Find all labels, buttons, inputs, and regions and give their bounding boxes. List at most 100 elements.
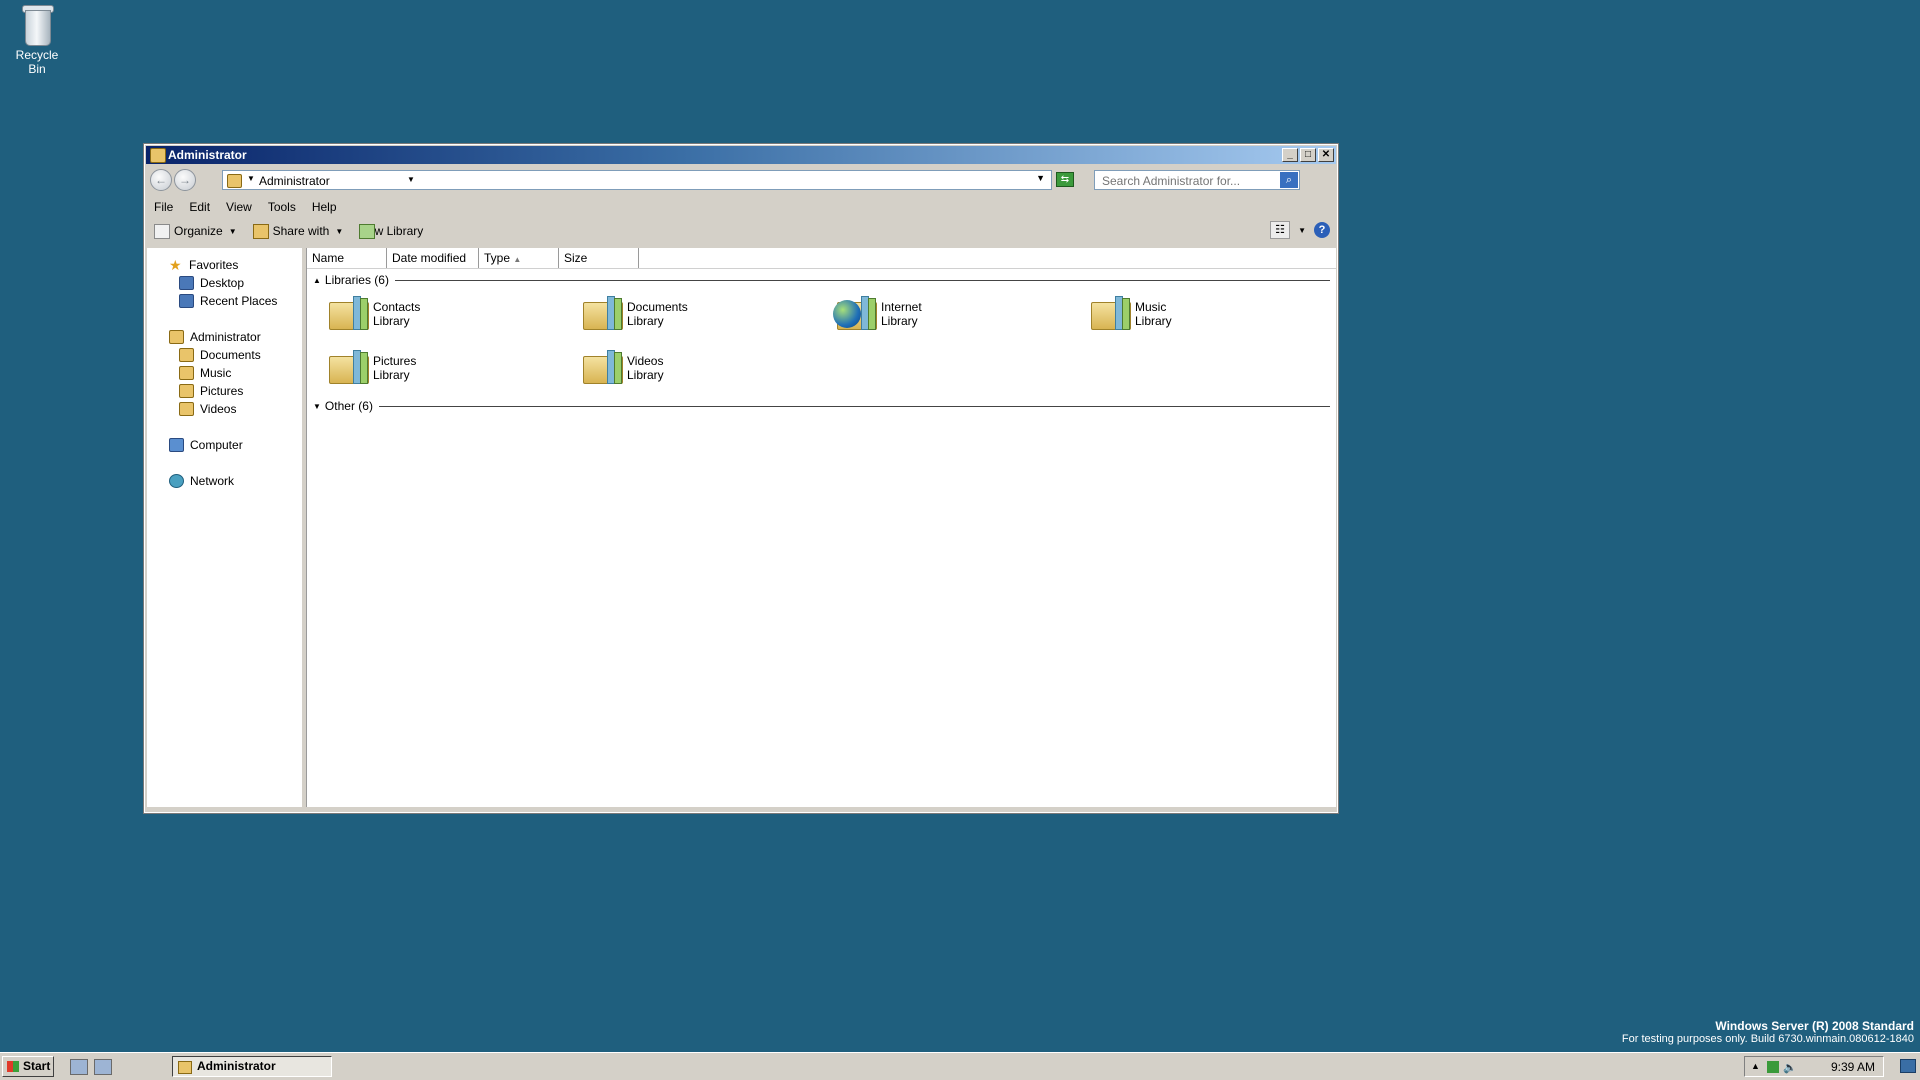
group-divider bbox=[378, 405, 1330, 407]
network-status-icon[interactable] bbox=[1767, 1061, 1779, 1073]
taskbar: Start Administrator ▲ 🔈 9:39 AM bbox=[0, 1052, 1920, 1080]
forward-button[interactable]: → bbox=[174, 169, 196, 191]
volume-icon[interactable]: 🔈 bbox=[1783, 1061, 1797, 1074]
nav-label: Music bbox=[200, 366, 232, 380]
desktop-icon bbox=[179, 276, 194, 290]
nav-label: Computer bbox=[190, 438, 243, 452]
library-item[interactable]: Music Library bbox=[1087, 292, 1172, 330]
share-with-label: Share with bbox=[272, 224, 330, 238]
nav-recent-places[interactable]: Recent Places bbox=[179, 294, 277, 308]
column-type-label: Type bbox=[484, 251, 511, 265]
search-icon[interactable]: ⌕ bbox=[1280, 172, 1298, 188]
library-item[interactable]: Pictures Library bbox=[325, 346, 416, 384]
column-name[interactable]: Name bbox=[307, 248, 387, 268]
library-name: Documents bbox=[627, 300, 688, 314]
nav-computer[interactable]: Computer bbox=[169, 438, 243, 452]
library-type: Library bbox=[373, 314, 410, 328]
watermark-build: For testing purposes only. Build 6730.wi… bbox=[1621, 1033, 1914, 1045]
folder-icon bbox=[227, 174, 242, 188]
group-header-other[interactable]: ▼ Other (6) bbox=[313, 399, 1330, 413]
library-item[interactable]: Documents Library bbox=[579, 292, 688, 330]
nav-administrator[interactable]: Administrator bbox=[169, 330, 261, 344]
group-divider bbox=[394, 279, 1330, 281]
server-manager-icon[interactable] bbox=[70, 1059, 88, 1075]
chevron-down-icon: ▼ bbox=[335, 226, 344, 236]
star-icon: ★ bbox=[169, 257, 182, 273]
chevron-down-icon[interactable]: ▼ bbox=[407, 175, 415, 184]
internet-library-icon bbox=[833, 292, 877, 330]
menu-bar: File Edit View Tools Help bbox=[146, 198, 1336, 216]
menu-tools[interactable]: Tools bbox=[260, 198, 304, 216]
videos-library-icon bbox=[579, 346, 623, 384]
organize-button[interactable]: Organize ▼ bbox=[146, 220, 245, 242]
search-input[interactable] bbox=[1100, 172, 1282, 190]
menu-help[interactable]: Help bbox=[304, 198, 345, 216]
address-text: Administrator bbox=[259, 174, 330, 188]
clock[interactable]: 9:39 AM bbox=[1831, 1060, 1875, 1074]
library-name: Internet bbox=[881, 300, 922, 314]
library-item[interactable]: Contacts Library bbox=[325, 292, 420, 330]
column-size[interactable]: Size bbox=[559, 248, 639, 268]
navigation-pane: ★ Favorites Desktop Recent Places Admini… bbox=[147, 248, 306, 807]
library-name: Contacts bbox=[373, 300, 421, 314]
task-label: Administrator bbox=[197, 1059, 276, 1073]
nav-label: Administrator bbox=[190, 330, 261, 344]
desktop-toggle-icon[interactable] bbox=[1900, 1059, 1916, 1073]
help-icon[interactable]: ? bbox=[1314, 222, 1330, 238]
library-type: Library bbox=[627, 314, 664, 328]
menu-edit[interactable]: Edit bbox=[181, 198, 218, 216]
menu-view[interactable]: View bbox=[218, 198, 260, 216]
address-dropdown-icon[interactable]: ▼ bbox=[1036, 173, 1045, 183]
taskbar-button-administrator[interactable]: Administrator bbox=[172, 1056, 332, 1077]
refresh-button[interactable]: ⇆ bbox=[1056, 172, 1074, 187]
recycle-bin-label: Recycle Bin bbox=[15, 48, 59, 76]
nav-label: Videos bbox=[200, 402, 237, 416]
maximize-button[interactable]: □ bbox=[1300, 148, 1316, 162]
start-button[interactable]: Start bbox=[2, 1056, 54, 1077]
show-desktop-icon[interactable] bbox=[94, 1059, 112, 1075]
documents-library-icon bbox=[579, 292, 623, 330]
library-item[interactable]: Videos Library bbox=[579, 346, 664, 384]
search-box[interactable]: ⌕ bbox=[1094, 170, 1300, 190]
chevron-down-icon: ▼ bbox=[228, 226, 237, 236]
column-headers: Name Date modified Type ▲ Size bbox=[307, 248, 1336, 269]
computer-icon bbox=[169, 438, 184, 452]
nav-label: Pictures bbox=[200, 384, 244, 398]
library-item[interactable]: Internet Library bbox=[833, 292, 922, 330]
column-date-modified[interactable]: Date modified bbox=[387, 248, 479, 268]
chevron-down-icon[interactable]: ▼ bbox=[1298, 226, 1306, 235]
nav-pictures[interactable]: Pictures bbox=[179, 384, 243, 398]
nav-videos[interactable]: Videos bbox=[179, 402, 236, 416]
nav-favorites[interactable]: ★ Favorites bbox=[169, 258, 238, 272]
group-header-libraries[interactable]: ▲ Libraries (6) bbox=[313, 273, 1330, 287]
recycle-bin-icon bbox=[19, 2, 55, 46]
user-folder-icon bbox=[169, 330, 184, 344]
nav-desktop[interactable]: Desktop bbox=[179, 276, 244, 290]
library-type: Library bbox=[373, 368, 410, 382]
column-type[interactable]: Type ▲ bbox=[479, 248, 559, 268]
contacts-library-icon bbox=[325, 292, 369, 330]
folder-icon bbox=[178, 1061, 192, 1074]
chevron-down-icon[interactable]: ▼ bbox=[247, 174, 255, 183]
share-icon bbox=[252, 223, 269, 239]
title-bar[interactable]: Administrator _ □ ✕ bbox=[146, 146, 1336, 164]
explorer-window: Administrator _ □ ✕ ← → ▼ Administrator … bbox=[143, 143, 1339, 814]
recycle-bin-shortcut[interactable]: Recycle Bin bbox=[6, 2, 68, 76]
view-options-icon[interactable]: ☷ bbox=[1270, 221, 1291, 239]
chevron-up-icon[interactable]: ▲ bbox=[1751, 1061, 1763, 1073]
recent-places-icon bbox=[179, 294, 194, 308]
share-with-button[interactable]: Share with ▼ bbox=[245, 220, 352, 242]
new-library-button[interactable]: New Library bbox=[351, 220, 431, 242]
sort-ascending-icon: ▲ bbox=[513, 255, 522, 264]
close-button[interactable]: ✕ bbox=[1318, 148, 1334, 162]
nav-label: Documents bbox=[200, 348, 261, 362]
back-button[interactable]: ← bbox=[150, 169, 172, 191]
nav-music[interactable]: Music bbox=[179, 366, 231, 380]
address-bar[interactable]: ▼ Administrator ▼ ▼ bbox=[222, 170, 1052, 190]
organize-label: Organize bbox=[174, 224, 223, 238]
nav-label: Desktop bbox=[200, 276, 245, 290]
menu-file[interactable]: File bbox=[146, 198, 181, 216]
minimize-button[interactable]: _ bbox=[1282, 148, 1298, 162]
nav-documents[interactable]: Documents bbox=[179, 348, 261, 362]
nav-network[interactable]: Network bbox=[169, 474, 234, 488]
